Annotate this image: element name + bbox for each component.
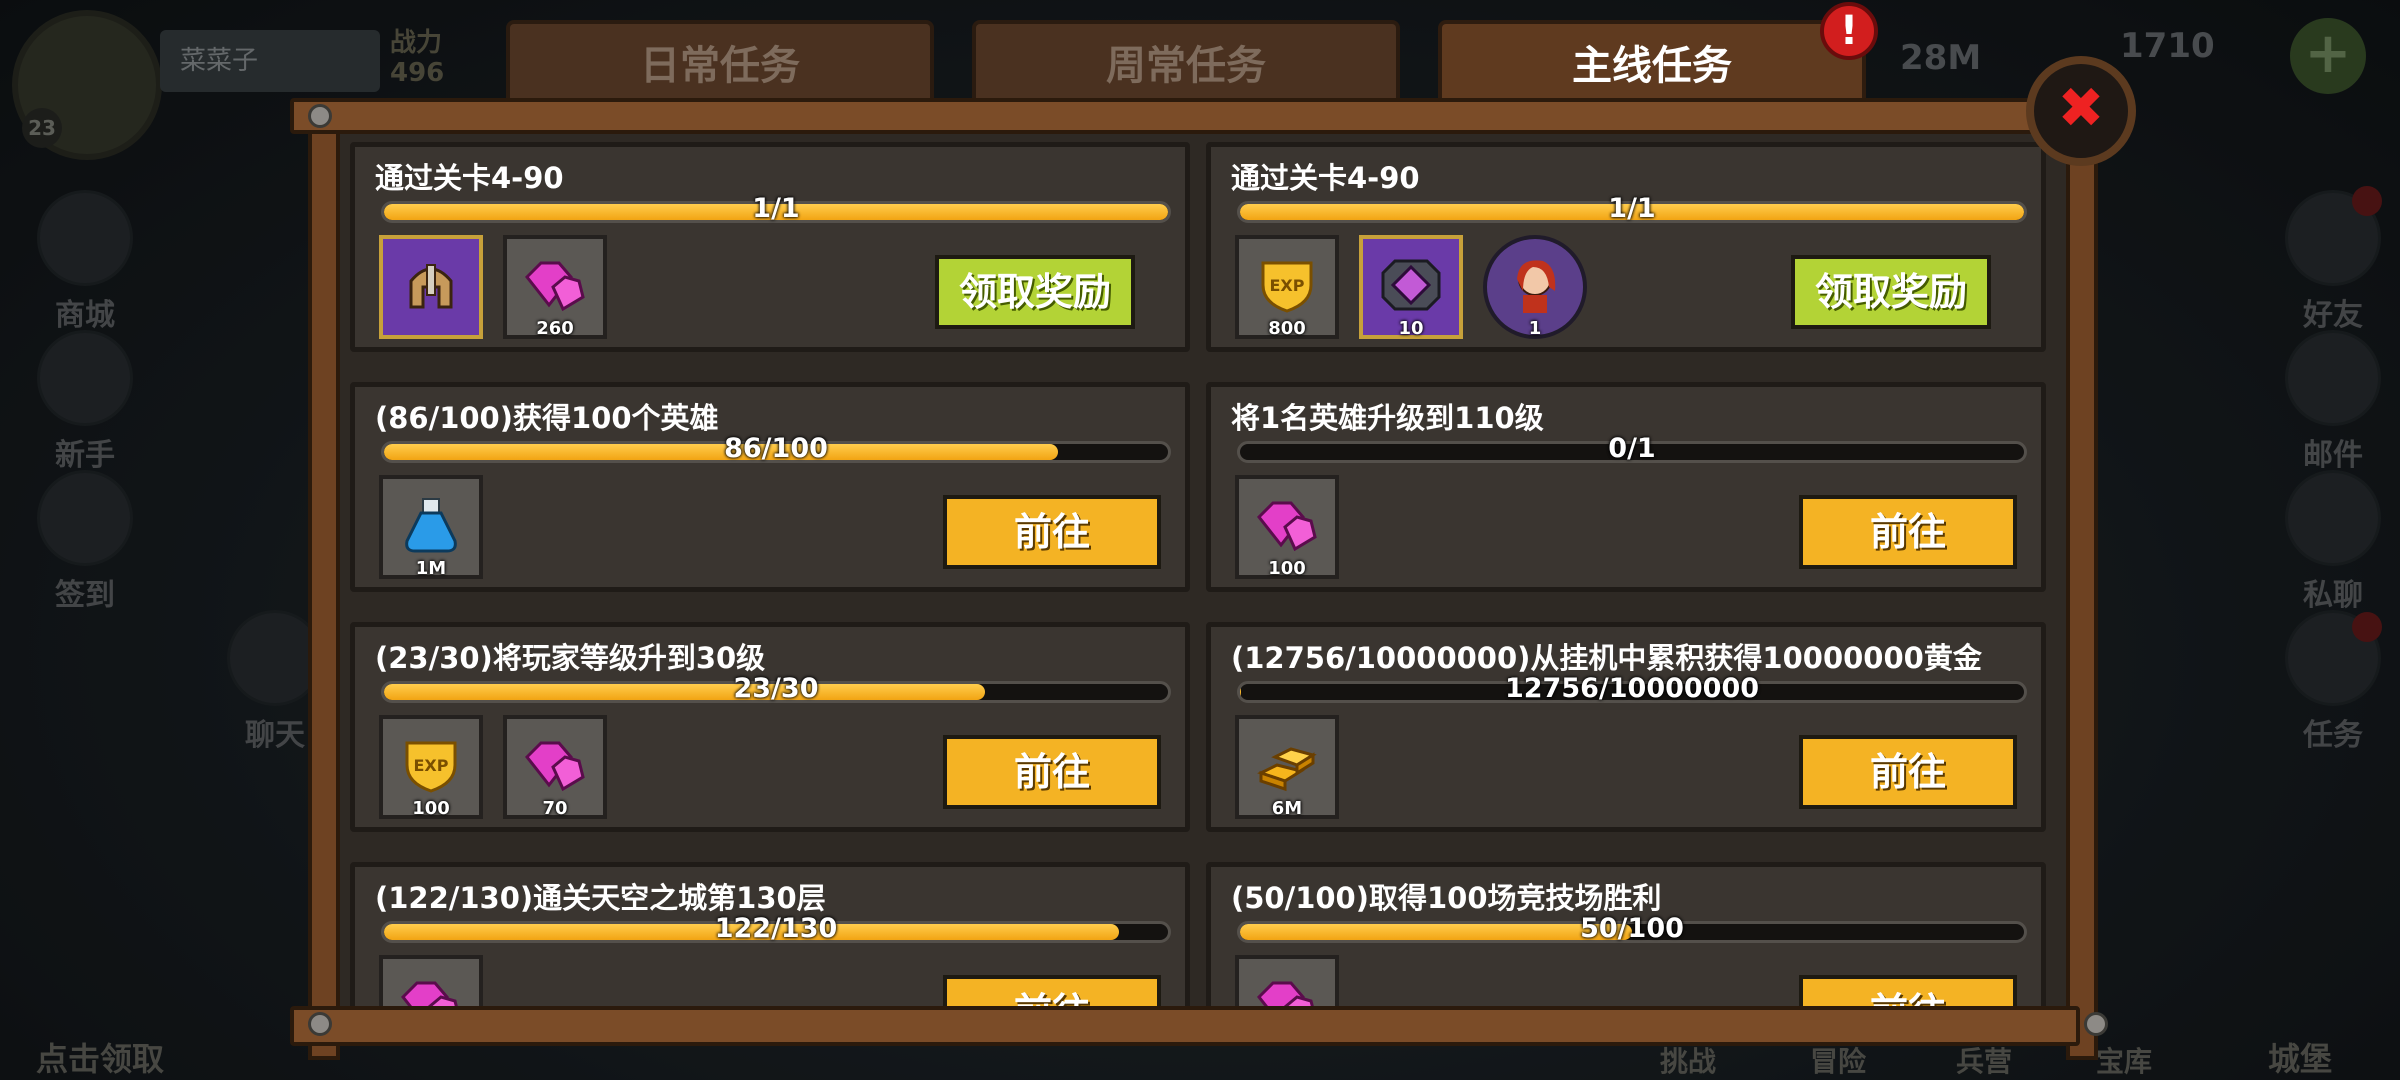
go-button[interactable]: 前往	[1799, 495, 2017, 569]
claim-reward-button[interactable]: 领取奖励	[935, 255, 1135, 329]
go-button[interactable]: 前往	[943, 735, 1161, 809]
quest-card: (122/130)通关天空之城第130层 122/130 前往	[350, 862, 1190, 1006]
reward-quantity: 100	[412, 798, 450, 819]
reward-slot[interactable]: 70	[503, 715, 607, 819]
nail-icon	[2084, 1012, 2108, 1036]
exp-shield-icon: EXP	[1261, 261, 1313, 313]
reward-quantity: 6M	[1271, 798, 1303, 819]
quest-card: 通过关卡4-90 1/1 260 领取奖励	[350, 142, 1190, 352]
frame-plank-bottom	[290, 1006, 2080, 1046]
progress-text: 1/1	[752, 193, 800, 224]
reward-quantity: 10	[1398, 318, 1424, 339]
pink-gem-icon	[1256, 501, 1317, 552]
exp-shield-icon: EXP	[405, 741, 457, 793]
quest-title: (86/100)获得100个英雄	[375, 401, 719, 435]
quest-card: (86/100)获得100个英雄 86/100 1M 前往	[350, 382, 1190, 592]
hero-portrait-icon	[1517, 260, 1556, 313]
potion-flask-icon	[405, 498, 457, 553]
pink-gem-icon	[524, 261, 585, 312]
pink-gem-icon	[524, 741, 585, 792]
go-button[interactable]: 前往	[943, 975, 1161, 1006]
crystal-box-icon	[1381, 259, 1441, 311]
helmet-icon	[409, 264, 453, 309]
quest-title: 通过关卡4-90	[1231, 161, 1420, 195]
pink-gem-icon	[400, 981, 458, 1006]
reward-slot[interactable]: EXP 800	[1235, 235, 1339, 339]
progress-text: 0/1	[1608, 433, 1656, 464]
tab-main[interactable]: 主线任务	[1438, 20, 1866, 98]
tab-alert-icon: !	[1820, 2, 1878, 60]
quest-card: (12756/10000000)从挂机中累积获得10000000黄金 12756…	[1206, 622, 2046, 832]
quest-card: 通过关卡4-90 1/1 EXP 800 10 1 领取奖励	[1206, 142, 2046, 352]
quest-title: 将1名英雄升级到110级	[1231, 401, 1544, 435]
progress-text: 50/100	[1580, 913, 1684, 944]
frame-plank-top	[290, 98, 2080, 134]
frame-post-right	[2066, 130, 2098, 1060]
quest-list[interactable]: 通过关卡4-90 1/1 260 领取奖励 通过关卡4-90 1/1 EXP 8…	[340, 134, 2066, 1006]
progress-text: 12756/10000000	[1504, 673, 1760, 704]
quest-title: (12756/10000000)从挂机中累积获得10000000黄金	[1231, 641, 1982, 675]
close-button[interactable]: ✖	[2026, 56, 2136, 166]
reward-slot[interactable]: 260	[503, 235, 607, 339]
reward-slot[interactable]: 10	[1359, 235, 1463, 339]
reward-slot[interactable]: EXP 100	[379, 715, 483, 819]
go-button[interactable]: 前往	[1799, 735, 2017, 809]
reward-quantity: 1	[1528, 318, 1542, 339]
quest-title: 通过关卡4-90	[375, 161, 564, 195]
reward-quantity: 800	[1268, 318, 1306, 339]
reward-slot[interactable]: 1M	[379, 475, 483, 579]
quest-card: (50/100)取得100场竞技场胜利 50/100 前往	[1206, 862, 2046, 1006]
reward-slot[interactable]	[379, 235, 483, 339]
reward-slot[interactable]: 1	[1483, 235, 1587, 339]
nail-icon	[308, 1012, 332, 1036]
quest-card: (23/30)将玩家等级升到30级 23/30 EXP 100 70 前往	[350, 622, 1190, 832]
pink-gem-icon	[1256, 981, 1314, 1006]
nail-icon	[308, 104, 332, 128]
reward-slot[interactable]	[1235, 955, 1339, 1006]
svg-text:EXP: EXP	[1270, 276, 1305, 295]
progress-text: 122/130	[714, 913, 838, 944]
go-button[interactable]: 前往	[943, 495, 1161, 569]
reward-quantity: 70	[542, 798, 568, 819]
reward-slot[interactable]: 100	[1235, 475, 1339, 579]
progress-text: 86/100	[724, 433, 828, 464]
progress-text: 1/1	[1608, 193, 1656, 224]
quest-title: (50/100)取得100场竞技场胜利	[1231, 881, 1662, 915]
progress-text: 23/30	[733, 673, 819, 704]
reward-quantity: 100	[1268, 558, 1306, 579]
quest-title: (23/30)将玩家等级升到30级	[375, 641, 766, 675]
gold-bars-icon	[1257, 747, 1317, 792]
reward-slot[interactable]: 6M	[1235, 715, 1339, 819]
tab-daily[interactable]: 日常任务	[506, 20, 934, 98]
go-button[interactable]: 前往	[1799, 975, 2017, 1006]
quest-card: 将1名英雄升级到110级 0/1 100 前往	[1206, 382, 2046, 592]
tab-weekly[interactable]: 周常任务	[972, 20, 1400, 98]
svg-text:EXP: EXP	[414, 756, 449, 775]
reward-quantity: 260	[536, 318, 574, 339]
reward-quantity: 1M	[415, 558, 447, 579]
frame-post-left	[308, 130, 340, 1060]
claim-reward-button[interactable]: 领取奖励	[1791, 255, 1991, 329]
reward-slot[interactable]	[379, 955, 483, 1006]
quest-title: (122/130)通关天空之城第130层	[375, 881, 826, 915]
